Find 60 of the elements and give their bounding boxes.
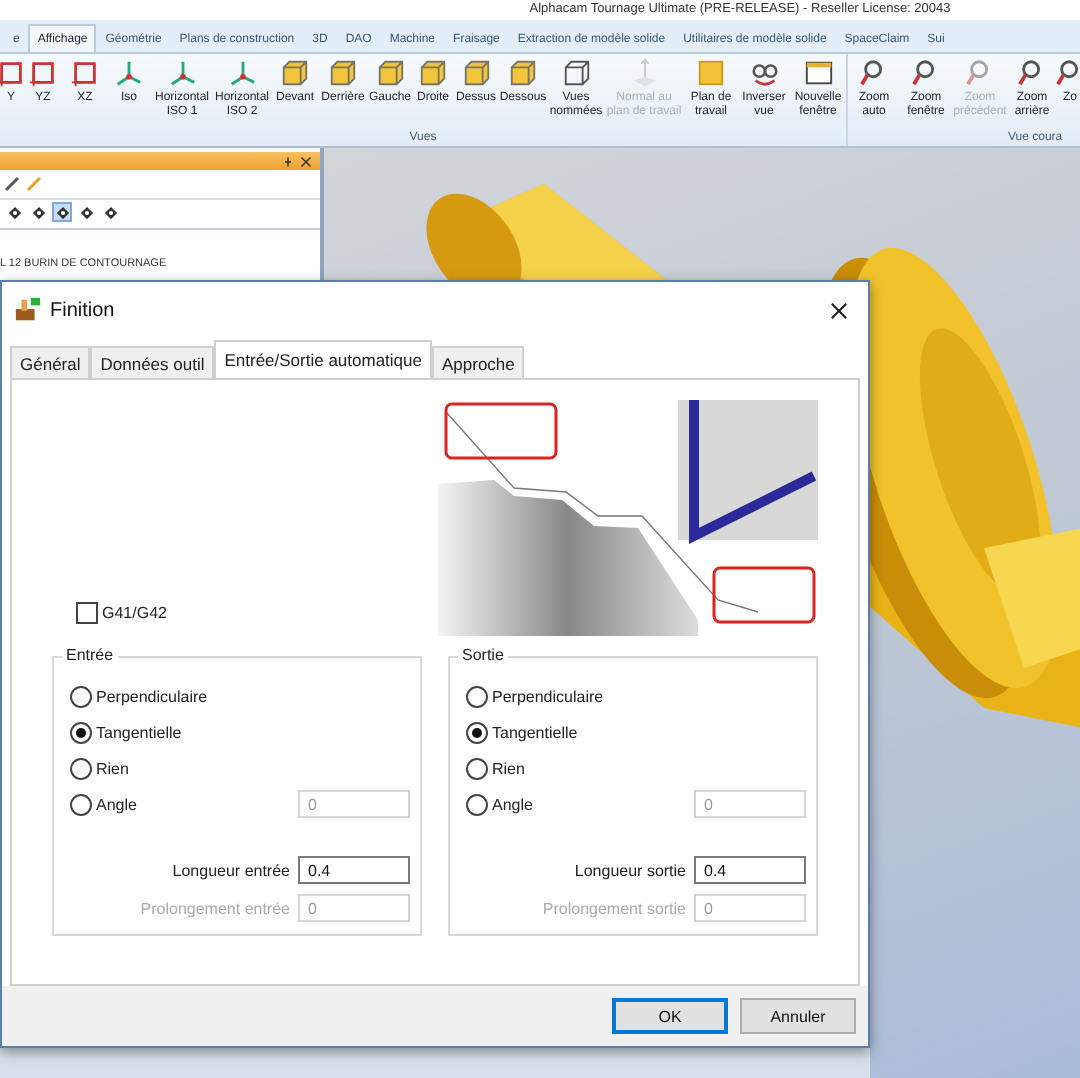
radio-label: Perpendiculaire — [492, 687, 604, 705]
pin-icon[interactable] — [282, 155, 294, 167]
dialog-tab[interactable]: Général — [10, 346, 91, 378]
dialog-button[interactable]: OK — [612, 998, 728, 1034]
field-label: Longueur entrée — [172, 861, 290, 879]
diamond-tool-button[interactable] — [28, 202, 48, 222]
axes-icon — [227, 58, 257, 88]
radio-label: Tangentielle — [96, 723, 182, 741]
field-label: Prolongement sortie — [542, 899, 686, 917]
diamond-tool-button[interactable] — [100, 202, 120, 222]
cube-icon — [508, 58, 538, 88]
field-label: Prolongement entrée — [140, 899, 290, 917]
radio-button[interactable] — [70, 721, 92, 743]
field-label: Longueur sortie — [574, 861, 686, 879]
cube-icon — [461, 58, 491, 88]
radio-button[interactable] — [466, 793, 488, 815]
radio-label: Rien — [96, 759, 129, 777]
dialog-title: Finition — [50, 299, 117, 321]
radio-label: Tangentielle — [492, 723, 578, 741]
diamond-tool-button[interactable] — [52, 202, 72, 222]
radio-button[interactable] — [466, 721, 488, 743]
radio-button[interactable] — [466, 757, 488, 779]
radio-label: Perpendiculaire — [96, 687, 208, 705]
lathe-icon — [14, 296, 42, 324]
group-label: Entrée — [62, 646, 118, 664]
frame-icon — [70, 58, 100, 88]
arrow-plane-icon — [629, 58, 659, 88]
radio-label: Angle — [96, 795, 137, 813]
radio-button[interactable] — [466, 685, 488, 707]
diamond-tool-button[interactable] — [76, 202, 96, 222]
axes-icon — [114, 58, 144, 88]
cube-icon — [418, 58, 448, 88]
window-icon — [803, 58, 833, 88]
checkbox-label: G41/G42 — [102, 604, 167, 622]
radio-button[interactable] — [70, 793, 92, 815]
radio-button[interactable] — [70, 757, 92, 779]
cube-icon — [280, 58, 310, 88]
radio-label: Angle — [492, 795, 533, 813]
axes-icon — [167, 58, 197, 88]
cube-icon — [561, 58, 591, 88]
radio-button[interactable] — [70, 685, 92, 707]
zoom-icon — [1055, 58, 1080, 88]
input-field[interactable]: 0.4 — [298, 856, 410, 884]
square-icon — [696, 58, 726, 88]
close-icon[interactable] — [830, 301, 848, 319]
cube-icon — [375, 58, 405, 88]
glasses-icon — [749, 58, 779, 88]
checkbox[interactable] — [76, 602, 98, 624]
dialog-button[interactable]: Annuler — [740, 998, 856, 1034]
group-label: Sortie — [458, 646, 508, 664]
radio-label: Rien — [492, 759, 525, 777]
dialog-tab[interactable]: Données outil — [90, 346, 215, 378]
frame-icon — [0, 58, 26, 88]
diamond-tool-button[interactable] — [4, 202, 24, 222]
close-icon[interactable] — [300, 155, 312, 167]
input-field[interactable]: 0.4 — [694, 856, 806, 884]
dialog-tab[interactable]: Approche — [432, 346, 525, 378]
dialog-tab[interactable]: Entrée/Sortie automatique — [214, 340, 432, 378]
cube-icon — [328, 58, 358, 88]
frame-icon — [28, 58, 58, 88]
